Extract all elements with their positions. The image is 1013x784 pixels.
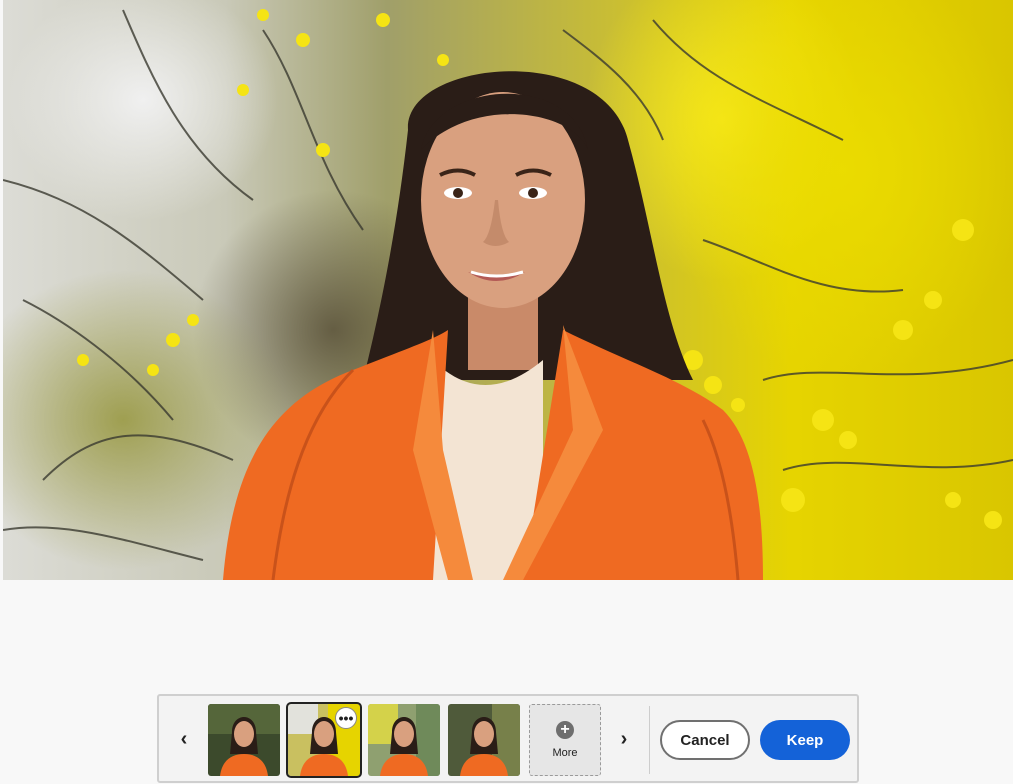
more-label: More xyxy=(552,747,578,759)
toolbar-divider xyxy=(649,706,650,774)
thumbnail-image xyxy=(208,704,280,776)
variation-thumbnail-2[interactable]: ••• xyxy=(286,702,362,778)
portrait-image xyxy=(3,9,1013,580)
next-button[interactable]: › xyxy=(611,724,637,754)
variation-thumbnail-3[interactable] xyxy=(368,704,440,776)
more-variations-button[interactable]: + More xyxy=(529,704,601,776)
variation-thumbnail-1[interactable] xyxy=(208,704,280,776)
variation-toolbar: ‹ ••• + More › Cancel Keep xyxy=(157,694,859,783)
more-horizontal-icon[interactable]: ••• xyxy=(335,707,357,729)
generated-image-canvas xyxy=(3,0,1013,580)
thumbnail-image xyxy=(368,704,440,776)
plus-circle-icon: + xyxy=(556,721,574,739)
keep-button[interactable]: Keep xyxy=(760,720,850,760)
thumbnail-image xyxy=(448,704,520,776)
variation-thumbnail-4[interactable] xyxy=(448,704,520,776)
previous-button[interactable]: ‹ xyxy=(171,724,197,754)
cancel-button[interactable]: Cancel xyxy=(660,720,750,760)
chevron-right-icon: › xyxy=(620,727,628,750)
chevron-left-icon: ‹ xyxy=(180,727,188,750)
